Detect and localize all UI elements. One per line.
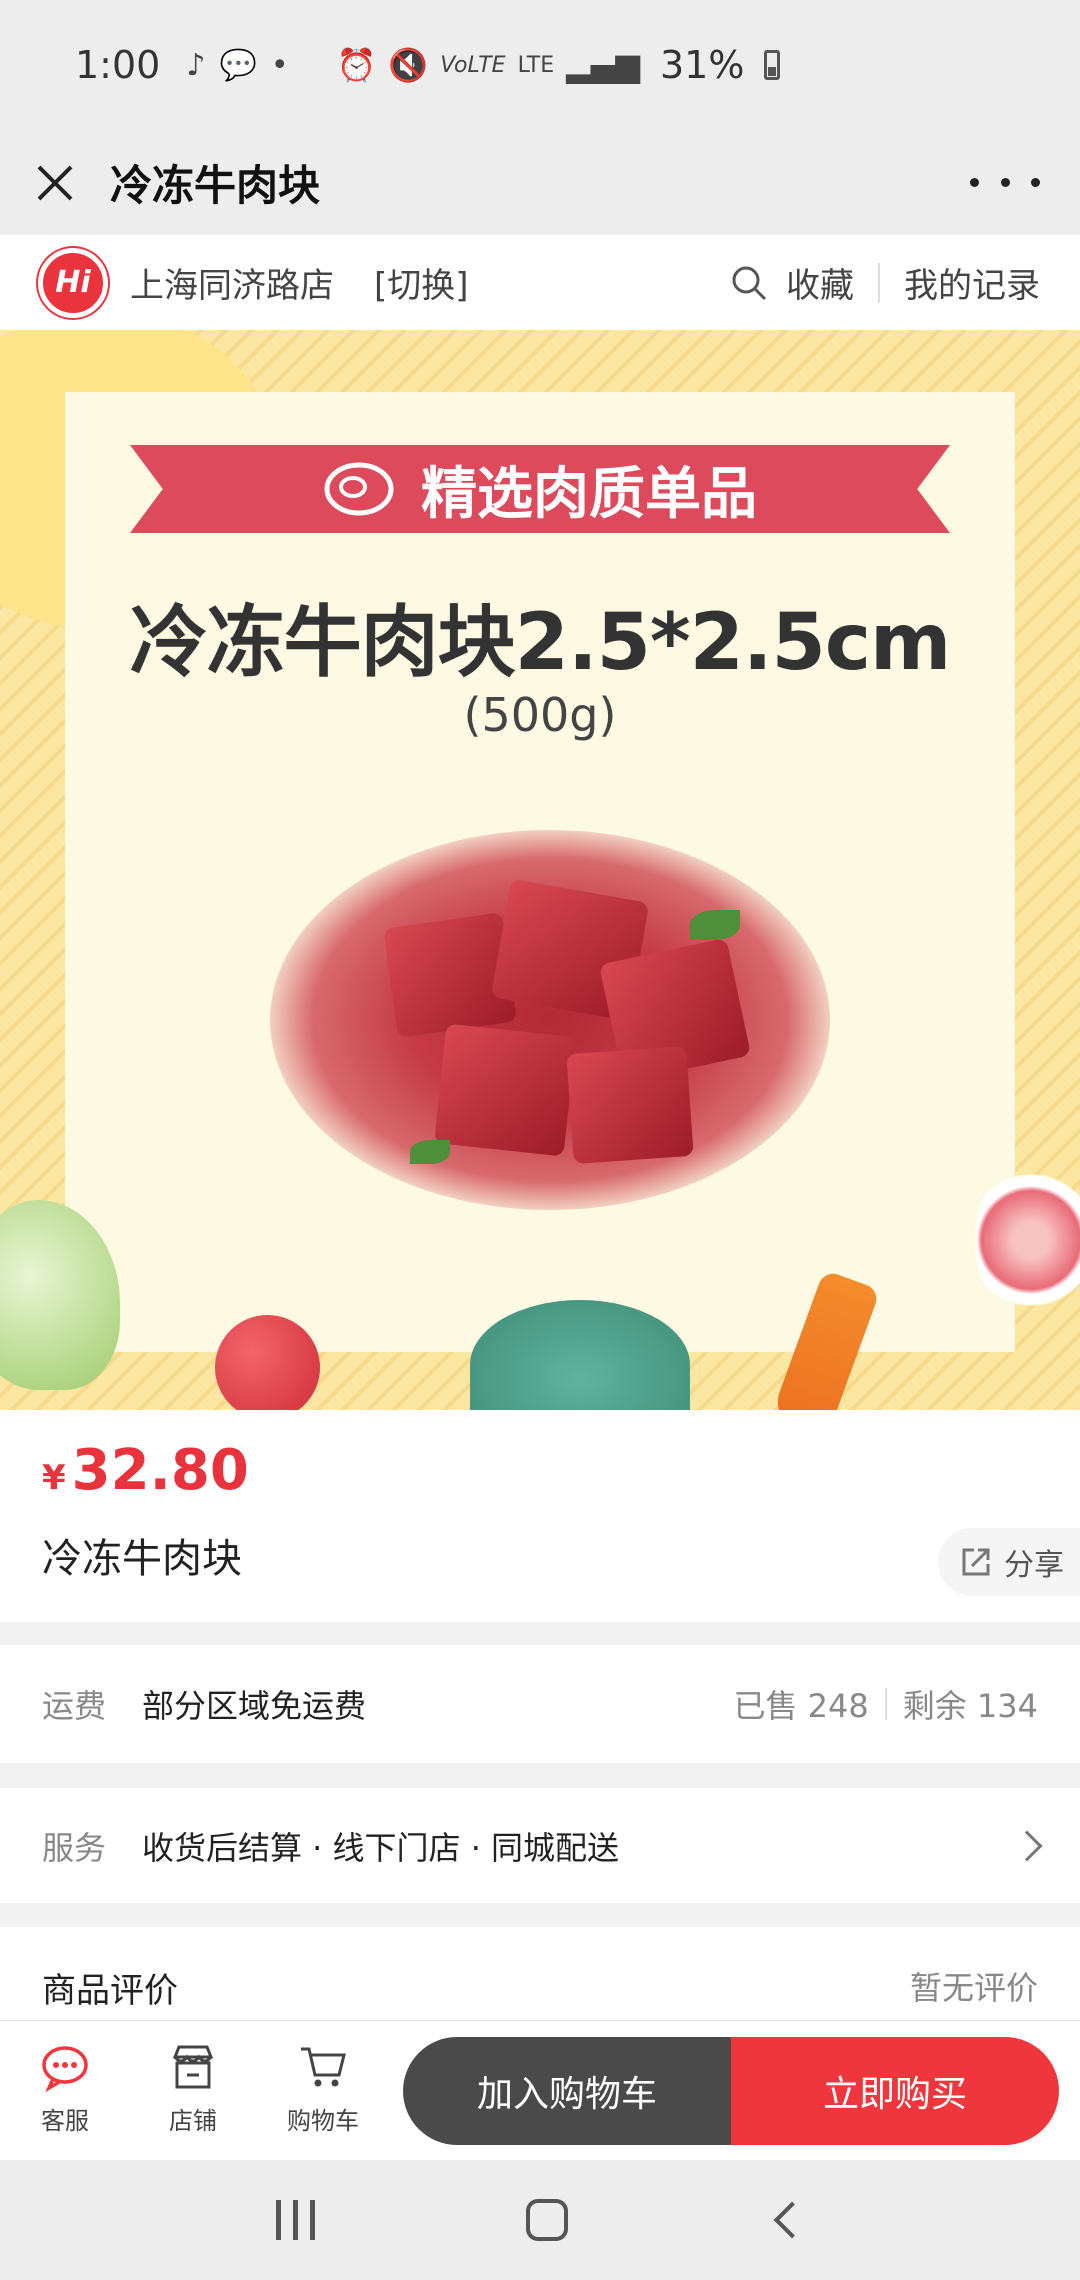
dot-icon: • [270, 47, 289, 83]
chevron-right-icon [1011, 1829, 1043, 1862]
more-dot-icon [970, 178, 979, 187]
service-label: 服务 [42, 1828, 107, 1867]
battery-percent: 31% [659, 43, 745, 87]
buy-now-button[interactable]: 立即购买 [731, 2037, 1059, 2145]
beef-cube [566, 1045, 694, 1165]
store-bar: Hi 上海同济路店 [切换] 收藏 我的记录 [0, 235, 1080, 330]
hero-subtitle: (500g) [463, 688, 617, 742]
reviews-status-wrap: 暂无评价 [910, 1963, 1038, 2009]
close-button[interactable] [0, 130, 110, 235]
favorite-button[interactable]: 收藏 [730, 258, 854, 307]
product-info: ¥ 32.80 冷冻牛肉块 分享 [0, 1410, 1080, 1622]
share-button[interactable]: 分享 [938, 1528, 1080, 1596]
divider [878, 262, 880, 303]
divider [884, 1688, 887, 1720]
hero-banner-text: 精选肉质单品 [421, 461, 757, 527]
customer-service-label: 客服 [41, 2107, 89, 2135]
recent-apps-icon [309, 2200, 315, 2240]
service-row[interactable]: 服务 收货后结算 · 线下门店 · 同城配送 [0, 1788, 1080, 1903]
more-options-button[interactable] [970, 160, 1040, 205]
price-amount: 32.80 [71, 1438, 249, 1503]
page-title: 冷冻牛肉块 [110, 161, 321, 210]
store-label: 店铺 [169, 2107, 217, 2135]
status-time: 1:00 [75, 43, 161, 87]
signal-icon: ▂▄▆ [566, 46, 640, 84]
parsley-leaf [690, 910, 740, 940]
product-price: ¥ 32.80 [42, 1438, 249, 1503]
reviews-row[interactable]: 商品评价 暂无评价 [0, 1927, 1080, 2020]
reviews-status: 暂无评价 [909, 1969, 1038, 2007]
parsley-leaf [410, 1140, 450, 1164]
search-icon[interactable] [730, 264, 768, 302]
shipping-label: 运费 [42, 1687, 107, 1725]
currency-symbol: ¥ [42, 1458, 66, 1498]
steak-icon [324, 462, 394, 516]
volte-icon: VoLTE [440, 52, 506, 78]
system-status-icons: ⏰ 🔇 VoLTE LTE ▂▄▆ 31% [337, 43, 781, 87]
beef-cubes-photo [270, 830, 830, 1210]
title-bar: 冷冻牛肉块 [0, 130, 1080, 235]
status-bar: 1:00 ♪ 💬 • ⏰ 🔇 VoLTE LTE ▂▄▆ 31% [0, 0, 1080, 130]
mute-icon: 🔇 [388, 46, 429, 84]
product-name: 冷冻牛肉块 [42, 1536, 242, 1582]
more-dot-icon [1031, 178, 1040, 187]
chat-icon [42, 2046, 88, 2093]
store-name: 上海同济路店 [130, 266, 334, 306]
cart-tab-label: 购物车 [287, 2107, 359, 2135]
cart-tab-button[interactable]: 购物车 [268, 2041, 378, 2136]
product-hero-image[interactable]: 精选肉质单品 冷冻牛肉块2.5*2.5cm (500g) [0, 330, 1080, 1410]
talk-icon: 💬 [219, 47, 257, 83]
notification-icons: ♪ 💬 • [186, 48, 288, 83]
my-records-link[interactable]: 我的记录 [904, 258, 1040, 307]
recent-apps-icon [292, 2200, 298, 2240]
tomato-illustration [215, 1315, 320, 1410]
recent-apps-icon [275, 2200, 281, 2240]
system-nav-bar [0, 2160, 1080, 2280]
switch-store-link[interactable]: [切换] [374, 258, 469, 307]
shipping-value: 部分区域免运费 [142, 1687, 367, 1725]
battery-icon [764, 50, 781, 80]
store-icon [172, 2045, 214, 2089]
sold-count: 已售 248 [733, 1687, 869, 1725]
share-label: 分享 [1004, 1548, 1064, 1583]
favorite-label[interactable]: 收藏 [786, 258, 854, 307]
store-actions: 收藏 我的记录 [730, 235, 1040, 330]
alarm-icon: ⏰ [336, 46, 377, 84]
home-button[interactable] [525, 2199, 568, 2241]
tiktok-icon: ♪ [186, 47, 206, 83]
cart-icon [301, 2047, 346, 2087]
bottom-action-bar: 客服 店铺 购物车 加入购物车 立即购买 [0, 2020, 1080, 2160]
more-dot-icon [1000, 178, 1010, 187]
sales-stats: 已售 248 剩余 134 [733, 1681, 1038, 1727]
remaining-count: 剩余 134 [902, 1687, 1038, 1725]
lte-icon: LTE [517, 52, 555, 78]
add-to-cart-button[interactable]: 加入购物车 [403, 2037, 731, 2145]
service-value: 收货后结算 · 线下门店 · 同城配送 [142, 1828, 620, 1867]
service-chevron-wrap [1011, 1829, 1043, 1862]
beef-cube [434, 1023, 576, 1157]
recent-apps-button[interactable] [275, 2200, 315, 2240]
customer-service-button[interactable]: 客服 [10, 2041, 120, 2136]
reviews-title: 商品评价 [42, 1971, 178, 2011]
close-icon [37, 165, 73, 200]
store-logo: Hi [38, 247, 108, 318]
hero-title: 冷冻牛肉块2.5*2.5cm [129, 598, 952, 688]
back-button[interactable] [773, 2201, 810, 2239]
share-icon [962, 1548, 990, 1576]
shipping-row: 运费 部分区域免运费 已售 248 剩余 134 [0, 1645, 1080, 1763]
hero-banner: 精选肉质单品 [130, 445, 950, 533]
store-button[interactable]: 店铺 [138, 2041, 248, 2136]
